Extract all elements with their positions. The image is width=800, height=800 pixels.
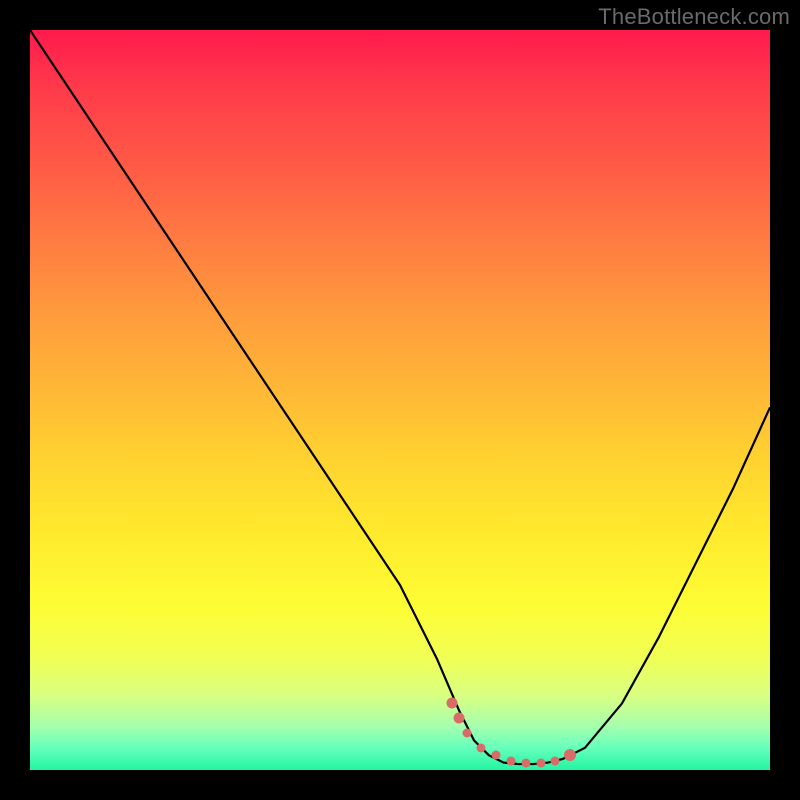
- curve-marker: [551, 757, 560, 766]
- marker-layer: [30, 30, 770, 770]
- curve-marker: [492, 751, 501, 760]
- curve-marker: [477, 743, 486, 752]
- curve-marker: [462, 729, 471, 738]
- curve-marker: [521, 759, 530, 768]
- curve-marker: [454, 713, 465, 724]
- watermark-text: TheBottleneck.com: [598, 4, 790, 30]
- curve-marker: [536, 759, 545, 768]
- curve-marker: [446, 698, 457, 709]
- curve-marker: [564, 749, 576, 761]
- plot-area: [30, 30, 770, 770]
- chart-frame: TheBottleneck.com: [0, 0, 800, 800]
- curve-marker: [507, 757, 516, 766]
